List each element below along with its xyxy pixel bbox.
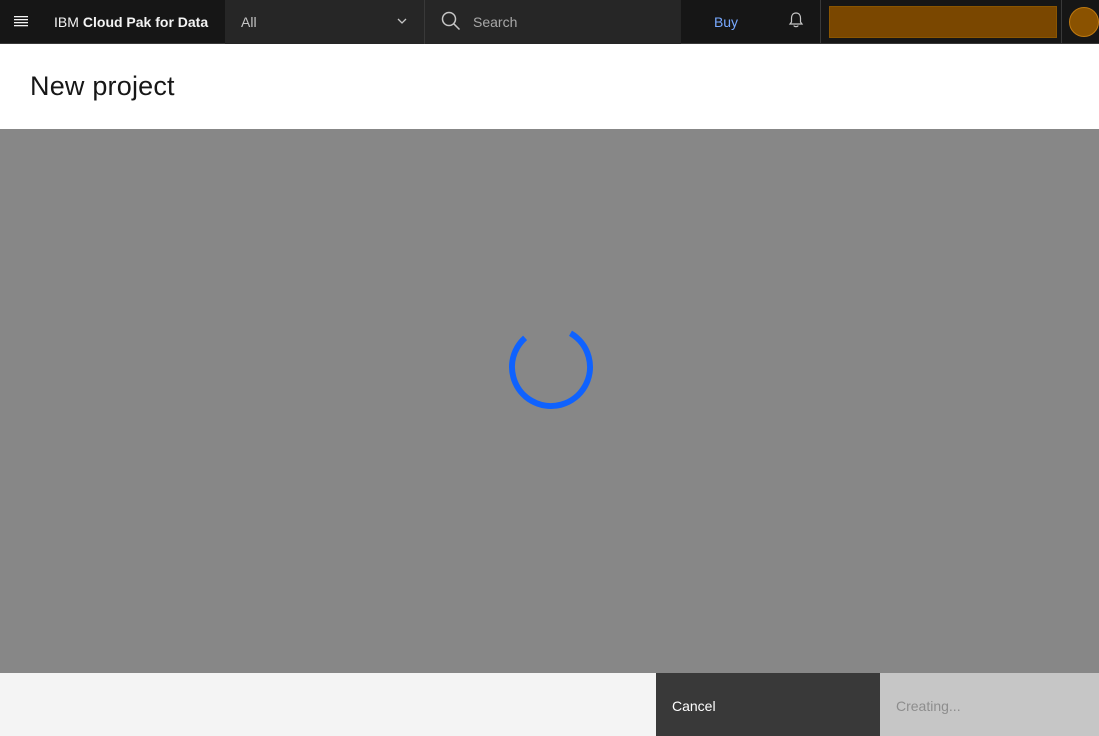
search-placeholder: Search xyxy=(473,14,518,30)
page-header: New project xyxy=(0,44,1099,129)
modal-footer: Cancel Creating... xyxy=(0,673,1099,736)
search-input[interactable]: Search xyxy=(425,0,681,44)
create-button-disabled: Creating... xyxy=(880,673,1099,736)
loading-spinner xyxy=(509,325,593,409)
buy-link[interactable]: Buy xyxy=(681,0,771,44)
bell-icon xyxy=(787,11,805,34)
loading-overlay xyxy=(0,129,1099,673)
top-navigation-bar: IBM Cloud Pak for Data All Search Buy xyxy=(0,0,1099,44)
product-name[interactable]: IBM Cloud Pak for Data xyxy=(42,0,225,44)
chevron-down-icon xyxy=(396,14,408,30)
account-switcher[interactable] xyxy=(821,0,1062,44)
user-menu[interactable] xyxy=(1062,0,1099,44)
account-name-redacted xyxy=(829,6,1057,38)
search-icon xyxy=(441,11,461,34)
footer-spacer xyxy=(0,673,656,736)
brand-product: Cloud Pak for Data xyxy=(82,14,209,30)
brand-prefix: IBM xyxy=(54,14,79,30)
scope-dropdown[interactable]: All xyxy=(225,0,425,44)
cancel-button[interactable]: Cancel xyxy=(656,673,880,736)
page-title: New project xyxy=(30,71,175,101)
avatar[interactable] xyxy=(1069,7,1099,37)
menu-button[interactable] xyxy=(0,0,42,44)
scope-selected-value: All xyxy=(241,14,257,30)
notifications-button[interactable] xyxy=(771,0,821,44)
menu-icon xyxy=(13,12,29,33)
